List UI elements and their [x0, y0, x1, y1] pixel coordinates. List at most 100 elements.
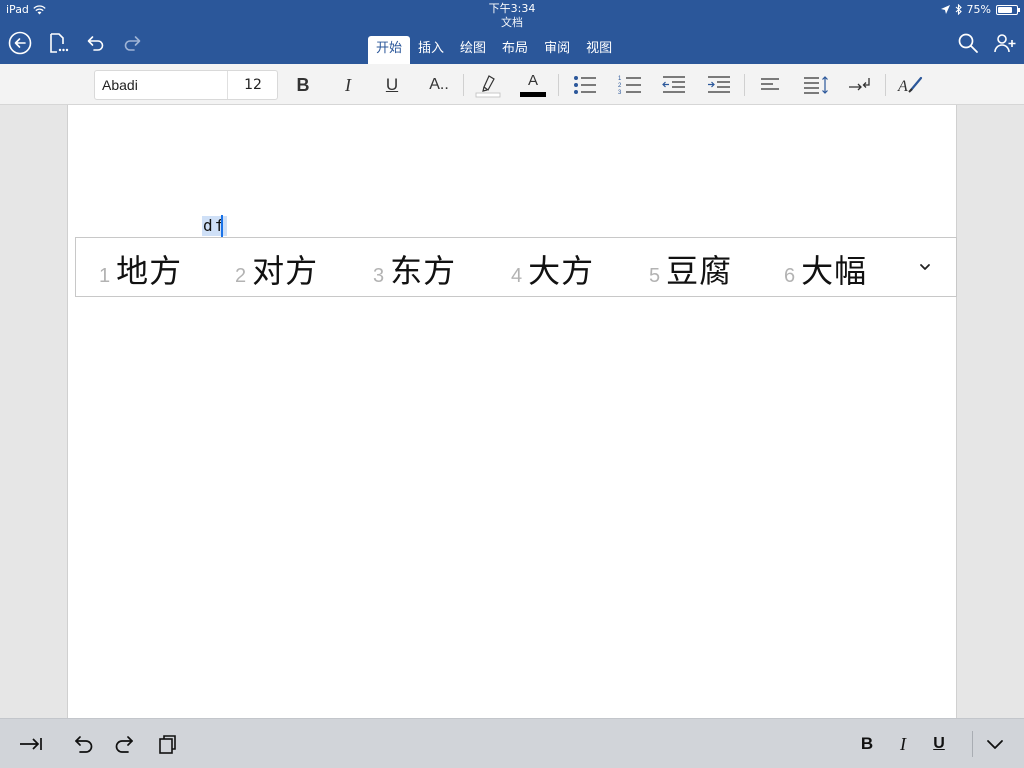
search-icon [958, 33, 978, 53]
bold-button[interactable]: B [292, 70, 314, 100]
add-person-icon [994, 34, 1016, 53]
italic-button[interactable]: I [337, 70, 359, 100]
status-bar-right: 75% [940, 3, 1020, 16]
increase-indent-icon [708, 76, 730, 93]
tab-insert[interactable]: 插入 [410, 36, 452, 64]
font-color-button[interactable]: A [519, 70, 547, 100]
candidate-number: 6 [784, 265, 796, 287]
line-break-icon [849, 78, 870, 91]
candidate-number: 1 [99, 265, 111, 287]
tab-review[interactable]: 审阅 [536, 36, 578, 64]
candidate-item[interactable]: 3 东方 [373, 246, 456, 292]
redo-icon [115, 736, 133, 753]
font-size-field[interactable]: 12 [227, 71, 278, 99]
bullets-button[interactable] [571, 70, 599, 100]
numbering-button[interactable]: 123 [616, 70, 644, 100]
ribbon-divider [885, 74, 886, 96]
align-left-icon [761, 78, 779, 90]
clipboard-icon [159, 735, 176, 754]
keyboard-italic-button[interactable]: I [892, 732, 914, 756]
file-menu-button[interactable] [45, 30, 71, 56]
decrease-indent-button[interactable] [660, 70, 688, 100]
clock: 下午3:34 [488, 2, 536, 15]
tab-layout[interactable]: 布局 [494, 36, 536, 64]
candidate-text: 地方 [116, 252, 183, 290]
font-picker[interactable]: Abadi 12 [94, 70, 278, 100]
back-button[interactable] [7, 30, 33, 56]
svg-text:3: 3 [618, 90, 622, 96]
composing-text: df [202, 216, 228, 236]
bullet-list-icon [574, 76, 596, 94]
tab-draw[interactable]: 绘图 [452, 36, 494, 64]
paste-button[interactable] [155, 732, 179, 756]
font-effects-button[interactable]: A.. [424, 70, 454, 100]
file-icon [50, 33, 69, 53]
tab-home[interactable]: 开始 [368, 36, 411, 64]
paragraph-mark-button[interactable] [847, 70, 873, 100]
align-left-button[interactable] [757, 70, 783, 100]
candidate-number: 3 [373, 265, 385, 287]
tab-view[interactable]: 视图 [578, 36, 620, 64]
candidate-item[interactable]: 1 地方 [99, 246, 182, 292]
redo-button[interactable] [120, 30, 146, 56]
keyboard-underline-button[interactable]: U [928, 732, 950, 756]
keyboard-shortcut-bar: B I U [0, 718, 1024, 768]
svg-text:A: A [897, 78, 908, 95]
ribbon-divider [744, 74, 745, 96]
bottombar-divider [972, 731, 973, 757]
candidate-text: 东方 [390, 252, 457, 290]
candidate-text: 豆腐 [666, 252, 733, 290]
search-button[interactable] [955, 30, 981, 56]
ribbon-divider [463, 74, 464, 96]
document-page[interactable]: df [67, 105, 957, 718]
document-title: 文档 [501, 16, 523, 29]
ribbon-toolbar: Abadi 12 B I U A.. A 123 A [0, 64, 1024, 105]
candidate-number: 5 [649, 265, 661, 287]
svg-text:2: 2 [618, 83, 622, 89]
candidate-item[interactable]: 4 大方 [511, 246, 594, 292]
candidate-number: 4 [511, 265, 523, 287]
line-spacing-icon [804, 76, 828, 94]
bluetooth-icon [955, 4, 962, 15]
app-header: iPad 下午3:34 文档 75% 开始 插入 绘图 布局 审阅 视图 [0, 0, 1024, 64]
battery-icon [996, 4, 1020, 15]
styles-button[interactable]: A [897, 70, 925, 100]
battery-percent: 75% [966, 3, 991, 16]
tab-arrow-icon [20, 738, 42, 750]
font-color-glyph: A [527, 72, 538, 89]
increase-indent-button[interactable] [705, 70, 733, 100]
candidate-text: 大幅 [801, 252, 868, 290]
highlight-button[interactable] [474, 70, 502, 100]
decrease-indent-icon [662, 76, 685, 93]
undo-icon [75, 736, 93, 753]
undo-icon [87, 36, 104, 51]
underline-button[interactable]: U [381, 70, 403, 100]
ribbon-divider [558, 74, 559, 96]
ribbon-tabs: 开始 插入 绘图 布局 审阅 视图 [368, 36, 620, 64]
expand-candidates-button[interactable] [916, 258, 934, 276]
hide-keyboard-button[interactable] [984, 732, 1006, 756]
text-cursor [221, 215, 223, 237]
battery-level [998, 6, 1012, 13]
candidate-item[interactable]: 6 大幅 [784, 246, 867, 292]
share-button[interactable] [992, 30, 1018, 56]
highlighter-icon [475, 75, 501, 98]
keyboard-undo-button[interactable] [70, 732, 96, 756]
candidate-text: 对方 [252, 252, 319, 290]
keyboard-bold-button[interactable]: B [856, 732, 878, 756]
ime-candidate-bar: 1 地方 2 对方 3 东方 4 大方 5 豆腐 6 大幅 [75, 237, 957, 297]
chevron-down-icon [920, 264, 930, 270]
candidate-item[interactable]: 5 豆腐 [649, 246, 732, 292]
location-arrow-icon [940, 5, 950, 14]
font-color-swatch [520, 92, 546, 97]
candidate-item[interactable]: 2 对方 [235, 246, 318, 292]
tab-key-button[interactable] [18, 732, 44, 756]
line-spacing-button[interactable] [801, 70, 831, 100]
styles-brush-icon: A [897, 76, 923, 95]
keyboard-redo-button[interactable] [112, 732, 138, 756]
candidate-number: 2 [235, 265, 247, 287]
font-name-field[interactable]: Abadi [102, 77, 138, 93]
status-bar-center: 下午3:34 文档 [0, 2, 1024, 30]
svg-text:1: 1 [618, 76, 622, 82]
undo-button[interactable] [82, 30, 108, 56]
